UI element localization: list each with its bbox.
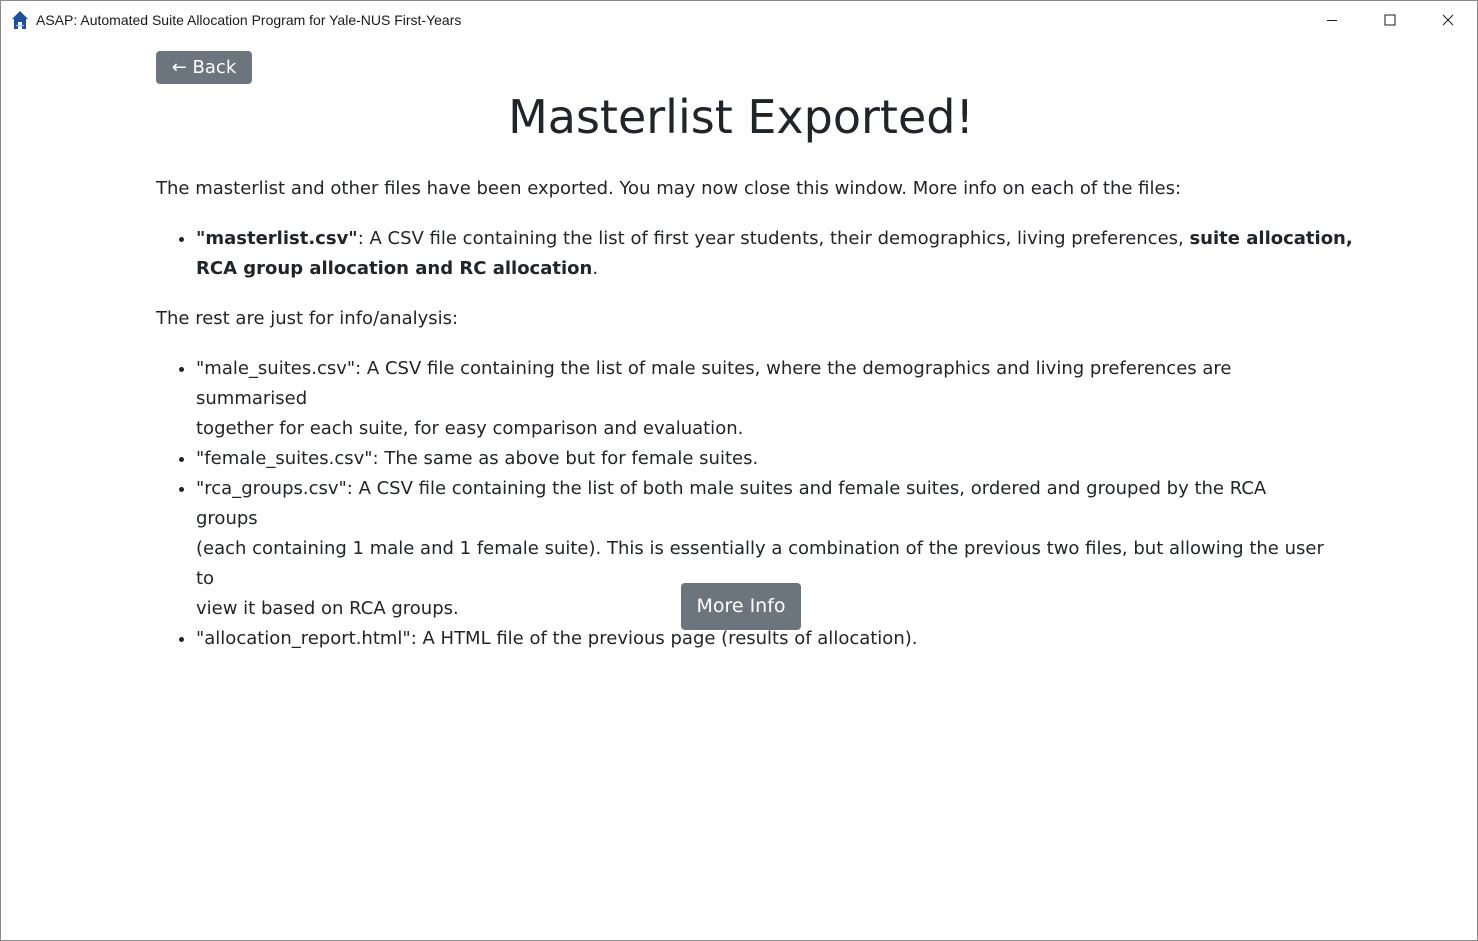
app-window: ASAP: Automated Suite Allocation Program… — [0, 0, 1478, 941]
file-description: view it based on RCA groups. — [196, 598, 459, 619]
more-info-button[interactable]: More Info — [681, 583, 801, 630]
page-title: Masterlist Exported! — [508, 90, 974, 144]
list-item: "female_suites.csv": The same as above b… — [196, 444, 1326, 474]
close-icon — [1442, 14, 1454, 26]
file-description-end: . — [592, 258, 599, 279]
file-description: together for each suite, for easy compar… — [196, 418, 744, 439]
file-description: : A CSV file containing the list of firs… — [357, 228, 1190, 249]
maximize-icon — [1384, 14, 1396, 26]
minimize-button[interactable] — [1303, 1, 1361, 39]
list-item: "masterlist.csv": A CSV file containing … — [196, 224, 1353, 284]
back-button[interactable]: ← Back — [156, 51, 252, 84]
rest-intro-text: The rest are just for info/analysis: — [156, 308, 459, 329]
file-description: "rca_groups.csv": A CSV file containing … — [196, 478, 1267, 529]
title-bar: ASAP: Automated Suite Allocation Program… — [1, 1, 1477, 39]
file-description: (each containing 1 male and 1 female sui… — [196, 538, 1324, 589]
minimize-icon — [1326, 14, 1338, 26]
file-description-bold: suite allocation, — [1189, 228, 1353, 249]
file-name: "masterlist.csv" — [196, 228, 358, 249]
close-button[interactable] — [1419, 1, 1477, 39]
file-description: "male_suites.csv": A CSV file containing… — [196, 358, 1232, 409]
intro-text: The masterlist and other files have been… — [156, 178, 1182, 199]
primary-file-list: "masterlist.csv": A CSV file containing … — [156, 224, 1353, 284]
house-icon — [11, 10, 29, 30]
window-title: ASAP: Automated Suite Allocation Program… — [36, 12, 462, 28]
file-description: "female_suites.csv": The same as above b… — [196, 448, 759, 469]
maximize-button[interactable] — [1361, 1, 1419, 39]
file-description: "allocation_report.html": A HTML file of… — [196, 628, 918, 649]
list-item: "male_suites.csv": A CSV file containing… — [196, 354, 1326, 444]
file-description-bold: RCA group allocation and RC allocation — [196, 258, 593, 279]
